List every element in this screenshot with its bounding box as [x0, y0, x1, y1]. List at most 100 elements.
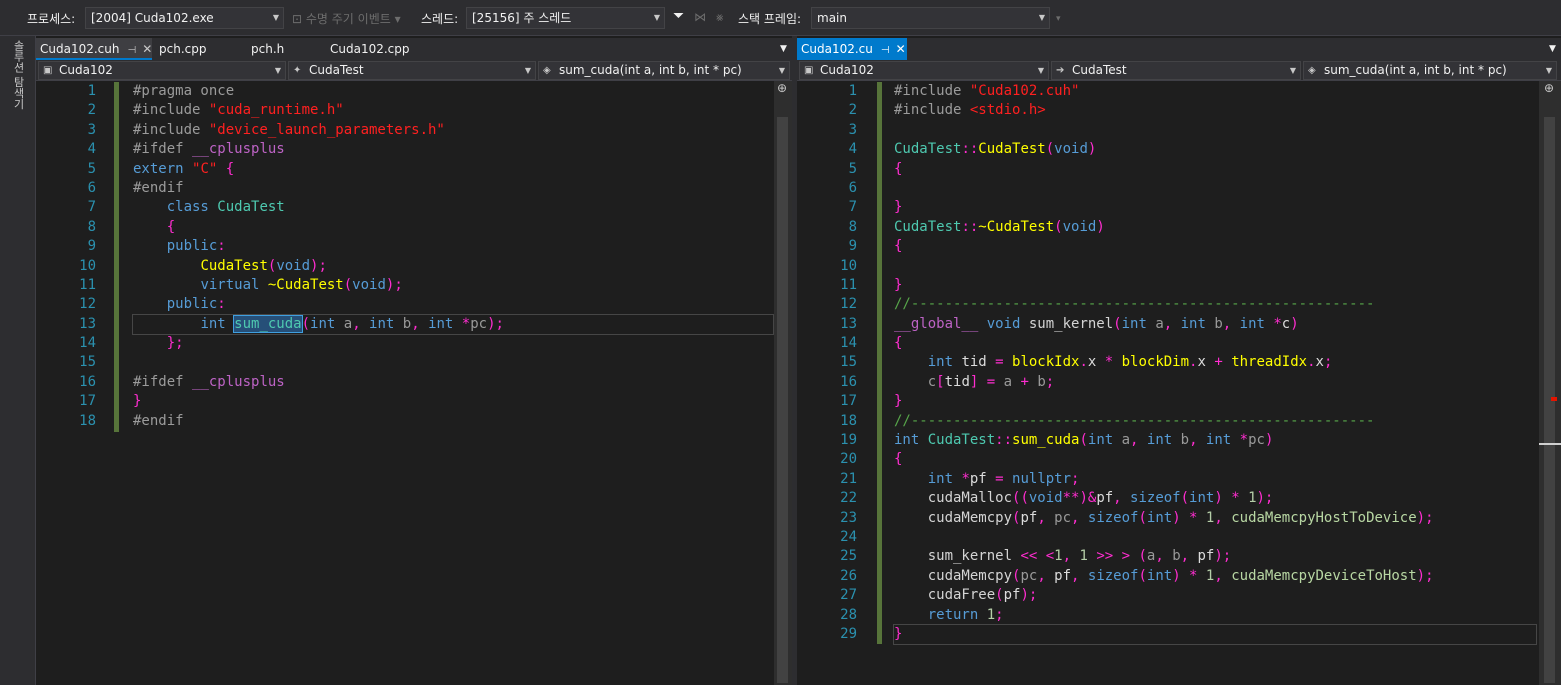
code-line[interactable]: } — [894, 276, 1536, 295]
code-token: }; — [166, 335, 184, 352]
right-vertical-scrollbar[interactable]: ⊕ — [1539, 81, 1561, 685]
toolbar-overflow-icon[interactable]: ▾ — [1056, 14, 1061, 24]
code-area[interactable]: #include "Cuda102.cuh" #include <stdio.h>… — [893, 82, 1537, 646]
code-area[interactable]: #pragma once #include "cuda_runtime.h" #in… — [132, 82, 774, 431]
code-line[interactable]: { — [894, 450, 1536, 469]
scrollbar-thumb[interactable] — [777, 117, 788, 683]
code-line[interactable]: int *pf = nullptr; — [894, 470, 1536, 489]
code-line[interactable]: CudaTest::~CudaTest(void) — [894, 218, 1536, 237]
code-line[interactable]: #endif — [133, 412, 773, 431]
project-icon: ▣ — [804, 65, 814, 76]
line-number: 13 — [79, 315, 96, 332]
line-number: 4 — [848, 141, 857, 158]
tab-cuda102-cuh[interactable]: Cuda102.cuh ⊣ ✕ — [36, 38, 152, 60]
code-line[interactable]: #ifdef __cplusplus — [133, 373, 773, 392]
tab-pch-cpp[interactable]: pch.cpp — [155, 38, 210, 60]
tab-overflow-icon[interactable]: ▼ — [1545, 38, 1560, 60]
code-line[interactable]: CudaTest::CudaTest(void) — [894, 140, 1536, 159]
class-dropdown[interactable]: ➔ CudaTest ▼ — [1051, 61, 1301, 80]
code-line[interactable]: //--------------------------------------… — [894, 412, 1536, 431]
code-line[interactable]: } — [894, 198, 1536, 217]
class-dropdown[interactable]: ✦ CudaTest ▼ — [288, 61, 536, 80]
code-line[interactable]: cudaMemcpy(pc, pf, sizeof(int) * 1, cuda… — [894, 567, 1536, 586]
split-icon[interactable]: ⊕ — [777, 81, 787, 95]
code-line[interactable]: cudaMalloc((void**)&pf, sizeof(int) * 1)… — [894, 489, 1536, 508]
tab-label: Cuda102.cu — [801, 42, 873, 56]
code-line[interactable]: #include <stdio.h> — [894, 101, 1536, 120]
member-dropdown[interactable]: ◈ sum_cuda(int a, int b, int * pc) ▼ — [1303, 61, 1557, 80]
tab-cuda102-cpp[interactable]: Cuda102.cpp — [326, 38, 414, 60]
code-line[interactable]: { — [894, 237, 1536, 256]
solution-explorer-tab[interactable]: 솔루션 탐색기 — [12, 40, 26, 110]
code-line[interactable]: cudaMemcpy(pf, pc, sizeof(int) * 1, cuda… — [894, 509, 1536, 528]
code-token: int — [1146, 567, 1173, 584]
code-line[interactable] — [133, 353, 773, 372]
code-line[interactable]: public: — [133, 295, 773, 314]
lifecycle-events-button[interactable]: ⊡ 수명 주기 이벤트 ▾ — [292, 10, 401, 27]
code-line[interactable]: } — [893, 623, 1537, 646]
member-dropdown[interactable]: ◈ sum_cuda(int a, int b, int * pc) ▼ — [538, 61, 790, 80]
tab-cuda102-cu[interactable]: Cuda102.cu ⊣ ✕ — [797, 38, 907, 60]
tab-label: pch.cpp — [159, 42, 207, 56]
code-line[interactable]: { — [894, 334, 1536, 353]
code-token: . — [1307, 354, 1316, 371]
line-number: 24 — [840, 528, 857, 545]
close-icon[interactable]: ✕ — [142, 42, 152, 56]
split-icon[interactable]: ⊕ — [1544, 81, 1554, 95]
code-line[interactable]: #ifdef __cplusplus — [133, 140, 773, 159]
pin-icon[interactable]: ⊣ — [127, 45, 136, 56]
code-line[interactable]: #endif — [133, 179, 773, 198]
show-threads-icon[interactable]: ⨳ — [716, 10, 723, 25]
code-line[interactable]: { — [894, 160, 1536, 179]
process-dropdown[interactable]: [2004] Cuda102.exe ▼ — [85, 7, 284, 29]
code-line[interactable]: } — [894, 392, 1536, 411]
code-line[interactable]: sum_kernel << <1, 1 >> > (a, b, pf); — [894, 547, 1536, 566]
flag-threads-icon[interactable]: ⋈ — [694, 10, 706, 24]
code-line[interactable]: #include "Cuda102.cuh" — [894, 82, 1536, 101]
left-code-editor[interactable]: 1 2 3 4 5 6 7 8 9 10 11 12 13 14 15 16 17 18 #pragma once… — [36, 81, 774, 685]
code-line[interactable]: extern "C" { — [133, 160, 773, 179]
right-code-editor[interactable]: 1 2 3 4 5 6 7 8 9 10 11 12 13 14 15 16 17 18 19 20 21 22 23 24 2… — [797, 81, 1537, 685]
code-line[interactable]: //--------------------------------------… — [894, 295, 1536, 314]
line-number: 18 — [79, 412, 96, 429]
code-line[interactable] — [894, 528, 1536, 547]
tab-overflow-icon[interactable]: ▼ — [776, 38, 791, 60]
code-line[interactable]: }; — [133, 334, 773, 353]
code-line[interactable] — [894, 179, 1536, 198]
code-token: , — [1071, 567, 1088, 584]
code-token: ( — [1079, 432, 1088, 449]
pin-icon[interactable]: ⊣ — [881, 45, 890, 56]
project-dropdown[interactable]: ▣ Cuda102 ▼ — [38, 61, 286, 80]
code-line[interactable]: #include "device_launch_parameters.h" — [133, 121, 773, 140]
code-line[interactable]: int sum_cuda(int a, int b, int *pc); — [132, 313, 774, 336]
code-line[interactable]: virtual ~CudaTest(void); — [133, 276, 773, 295]
code-line[interactable]: { — [133, 218, 773, 237]
code-line[interactable] — [894, 257, 1536, 276]
project-dropdown[interactable]: ▣ Cuda102 ▼ — [799, 61, 1049, 80]
code-line[interactable]: int CudaTest::sum_cuda(int a, int b, int… — [894, 431, 1536, 450]
code-line[interactable]: #pragma once — [133, 82, 773, 101]
code-line[interactable] — [894, 121, 1536, 140]
code-token: :: — [961, 218, 979, 235]
code-line[interactable]: int tid = blockIdx.x * blockDim.x + thre… — [894, 353, 1536, 372]
code-line[interactable]: cudaFree(pf); — [894, 586, 1536, 605]
thread-dropdown[interactable]: [25156] 주 스레드 ▼ — [466, 7, 665, 29]
code-line[interactable]: public: — [133, 237, 773, 256]
line-number: 15 — [79, 354, 96, 371]
code-line[interactable]: CudaTest(void); — [133, 257, 773, 276]
left-vertical-scrollbar[interactable]: ⊕ — [774, 81, 792, 685]
code-line[interactable]: c[tid] = a + b; — [894, 373, 1536, 392]
chevron-down-icon: ▼ — [1289, 66, 1296, 75]
filter-icon[interactable]: ⏷ — [673, 8, 684, 24]
code-line[interactable]: class CudaTest — [133, 198, 773, 217]
close-icon[interactable]: ✕ — [896, 42, 906, 56]
tab-pch-h[interactable]: pch.h — [247, 38, 288, 60]
code-line[interactable]: return 1; — [894, 606, 1536, 625]
code-line[interactable]: } — [133, 392, 773, 411]
stack-frame-dropdown[interactable]: main ▼ — [811, 7, 1050, 29]
code-token: = — [995, 354, 1013, 371]
code-line[interactable]: #include "cuda_runtime.h" — [133, 101, 773, 120]
code-line[interactable]: __global__ void sum_kernel(int a, int b,… — [894, 315, 1536, 334]
